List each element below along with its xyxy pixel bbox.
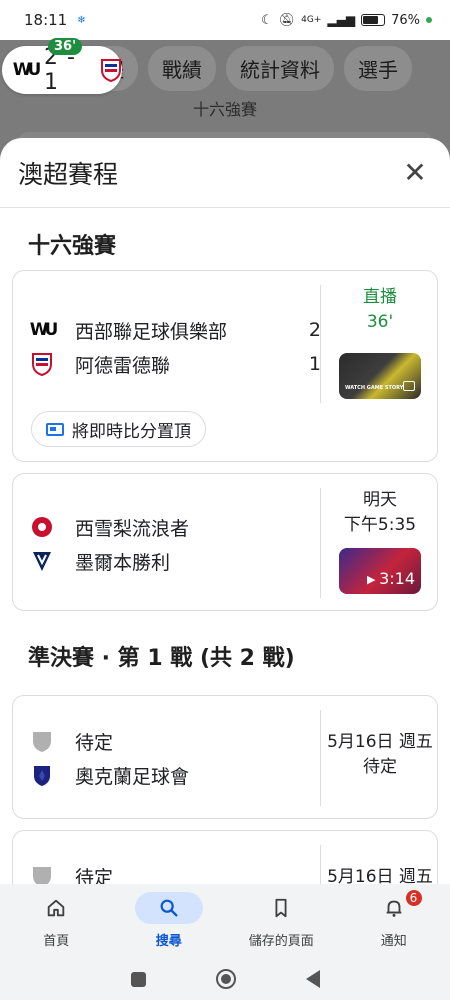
- western-united-crest-icon: WU: [12, 60, 42, 80]
- tab-players: 選手: [344, 46, 412, 91]
- adelaide-united-crest-icon: [100, 58, 122, 82]
- status-time: 18:11: [24, 11, 68, 29]
- match-date: 5月16日 週五: [327, 867, 433, 884]
- match-teams: 待定: [31, 859, 321, 884]
- team-row-home: WU 西部聯足球俱樂部 2: [29, 313, 321, 347]
- match-time: 5月16日 週五: [321, 865, 439, 884]
- section-title-semifinal: 準決賽 · 第 1 戰 (共 2 戰): [28, 646, 295, 671]
- home-circle-icon[interactable]: [215, 969, 236, 989]
- charging-dot: [426, 17, 432, 23]
- nav-home-label: 首頁: [43, 934, 70, 949]
- search-icon: [134, 892, 203, 924]
- snowflake-icon: ❄: [77, 14, 86, 26]
- home-team-name: 待定: [75, 731, 114, 754]
- nav-search-label: 搜尋: [155, 934, 182, 949]
- back-icon[interactable]: [305, 970, 320, 988]
- match-time: 5月16日 週五 待定: [321, 730, 439, 780]
- match-kickoff: 下午5:35: [343, 515, 417, 535]
- pin-screen-icon: [46, 422, 64, 436]
- sheet-header: 澳超賽程 ✕: [0, 138, 450, 208]
- section-title-round-of-16: 十六強賽: [28, 234, 117, 259]
- match-teams: 待定 奧克蘭足球會: [31, 724, 321, 792]
- match-status: 直播 36': [321, 285, 439, 335]
- video-camera-icon: [403, 381, 415, 391]
- placeholder-shield-icon: [31, 729, 53, 753]
- western-united-crest-icon: WU: [29, 320, 59, 340]
- close-icon[interactable]: ✕: [398, 156, 432, 190]
- team-row-home: 待定: [31, 724, 321, 758]
- western-sydney-wanderers-crest-icon: [31, 515, 53, 539]
- network-label: 4G+: [301, 15, 322, 25]
- nav-search[interactable]: 搜尋: [113, 884, 226, 958]
- match-teams: WU 西部聯足球俱樂部 2 阿德雷德聯 1: [29, 313, 321, 381]
- do-not-disturb-icon: ☾: [260, 12, 273, 28]
- home-team-name: 待定: [75, 866, 114, 885]
- nav-notifications[interactable]: 6 通知: [338, 884, 450, 958]
- background-subtitle: 十六強賽: [192, 100, 257, 119]
- home-team-name: 西雪梨流浪者: [75, 517, 190, 540]
- match-teams: 西雪梨流浪者 墨爾本勝利: [31, 510, 321, 578]
- home-team-name: 西部聯足球俱樂部: [75, 320, 228, 343]
- nav-home[interactable]: 首頁: [0, 884, 113, 958]
- away-team-name: 阿德雷德聯: [75, 354, 171, 377]
- tab-stats: 統計資料: [226, 46, 334, 91]
- away-team-name: 奧克蘭足球會: [75, 765, 190, 788]
- auckland-fc-crest-icon: [31, 763, 53, 787]
- match-date: 5月16日 週五: [327, 732, 433, 752]
- live-label: 直播: [363, 287, 397, 307]
- team-row-home: 待定: [31, 859, 321, 884]
- nav-saved-label: 儲存的頁面: [248, 934, 314, 949]
- placeholder-shield-icon: [31, 864, 53, 884]
- battery-percent: 76%: [391, 12, 420, 28]
- mute-icon: 🔕︎: [278, 12, 296, 28]
- thumbnail-caption: WATCH GAME STORY: [345, 385, 404, 391]
- team-row-away: 阿德雷德聯 1: [31, 347, 321, 381]
- away-team-name: 墨爾本勝利: [75, 551, 171, 574]
- battery-icon: [361, 14, 386, 26]
- bookmark-icon: [247, 892, 315, 924]
- home-icon: [22, 892, 90, 924]
- pin-live-score-label: 將即時比分置頂: [72, 421, 191, 442]
- tab-standings: 戰績: [148, 46, 216, 91]
- match-date: 明天: [363, 490, 397, 510]
- video-thumbnail[interactable]: ▶ 3:14: [339, 548, 421, 594]
- match-time: 明天 下午5:35: [321, 488, 439, 538]
- match-card[interactable]: WU 西部聯足球俱樂部 2 阿德雷德聯 1 直播 36' WATCH GAME …: [12, 270, 438, 462]
- nav-saved[interactable]: 儲存的頁面: [225, 884, 338, 958]
- live-minute: 36': [366, 312, 394, 332]
- melbourne-victory-crest-icon: [31, 549, 53, 573]
- play-icon: ▶: [367, 573, 376, 586]
- sheet-title: 澳超賽程: [18, 159, 119, 189]
- pin-live-score-button[interactable]: 將即時比分置頂: [31, 411, 206, 447]
- recents-icon[interactable]: [130, 971, 146, 987]
- live-minute-badge: 36': [48, 38, 83, 55]
- match-card[interactable]: 待定 奧克蘭足球會 5月16日 週五 待定: [12, 695, 438, 819]
- match-card[interactable]: 待定 5月16日 週五: [12, 830, 438, 884]
- signal-icon: ▂▄▆: [327, 13, 356, 27]
- video-duration: 3:14: [379, 569, 415, 588]
- match-card[interactable]: 西雪梨流浪者 墨爾本勝利 明天 下午5:35 ▶ 3:14: [12, 473, 438, 611]
- status-bar: 18:11 ❄ ☾ 🔕︎ 4G+ ▂▄▆ 76%: [0, 0, 450, 40]
- live-score-pill[interactable]: 36' WU 2 - 1: [2, 38, 122, 95]
- status-icons: ☾ 🔕︎ 4G+ ▂▄▆ 76%: [261, 13, 432, 28]
- schedule-sheet: 澳超賽程 ✕ 十六強賽 WU 西部聯足球俱樂部 2 阿德雷德聯 1 直播 36': [0, 138, 450, 884]
- match-kickoff: 待定: [363, 757, 397, 777]
- adelaide-united-crest-icon: [31, 352, 53, 376]
- nav-notifications-label: 通知: [380, 934, 407, 949]
- video-thumbnail[interactable]: WATCH GAME STORY: [339, 353, 421, 399]
- bottom-navigation: 首頁 搜尋 儲存的頁面 6 通知: [0, 884, 450, 958]
- team-row-home: 西雪梨流浪者: [31, 510, 321, 544]
- notification-badge: 6: [403, 888, 424, 908]
- team-row-away: 墨爾本勝利: [31, 544, 321, 578]
- system-navigation-bar: [0, 958, 450, 1000]
- team-row-away: 奧克蘭足球會: [31, 758, 321, 792]
